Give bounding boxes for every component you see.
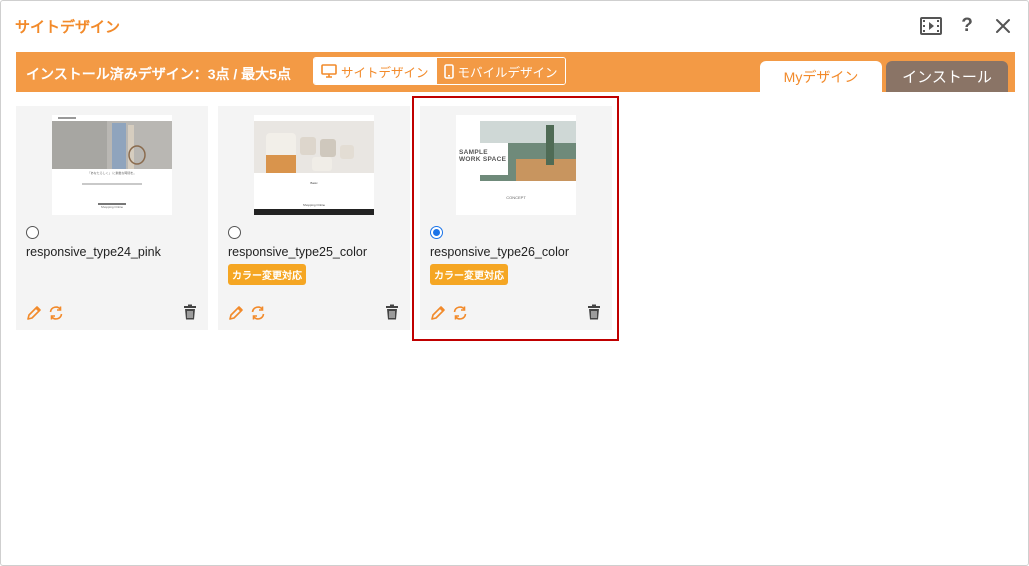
- desktop-icon: [321, 64, 337, 78]
- tab-my-design[interactable]: Myデザイン: [760, 61, 882, 92]
- trash-icon[interactable]: [183, 304, 197, 320]
- installed-count: インストール済みデザイン：3点 / 最大5点: [26, 66, 291, 82]
- video-icon[interactable]: [920, 15, 942, 37]
- design-radio[interactable]: [228, 226, 241, 239]
- refresh-icon[interactable]: [249, 304, 267, 322]
- close-icon[interactable]: [992, 15, 1014, 37]
- help-icon[interactable]: ?: [956, 15, 978, 37]
- trash-icon[interactable]: [385, 304, 399, 320]
- mobile-icon: [443, 63, 454, 79]
- site-design-toggle[interactable]: サイトデザイン: [314, 58, 436, 84]
- design-name: responsive_type24_pink: [26, 245, 161, 259]
- site-design-label: サイトデザイン: [341, 65, 429, 80]
- color-change-badge: カラー変更対応: [228, 264, 306, 285]
- thumbnail-caption: 「あなたらしく」 に素敵な時間を。: [87, 171, 137, 175]
- pencil-icon[interactable]: [25, 304, 43, 322]
- design-thumbnail[interactable]: Basic Shopping Online: [254, 115, 374, 215]
- refresh-icon[interactable]: [47, 304, 65, 322]
- dialog-title: サイトデザイン: [15, 19, 121, 36]
- design-thumbnail[interactable]: 「あなたらしく」 に素敵な時間を。 Shopping Online: [52, 115, 172, 215]
- device-toggle: サイトデザイン モバイルデザイン: [313, 57, 566, 85]
- toolbar: インストール済みデザイン：3点 / 最大5点 サイトデザイン モバイルデザイン …: [16, 52, 1015, 92]
- design-card: 「あなたらしく」 に素敵な時間を。 Shopping Online respon…: [16, 106, 208, 330]
- selection-highlight: [412, 96, 619, 341]
- pencil-icon[interactable]: [227, 304, 245, 322]
- thumbnail-button: Shopping Online: [100, 205, 124, 209]
- design-name: responsive_type25_color: [228, 245, 367, 259]
- site-design-dialog: サイトデザイン ? インストール済みデザイン：3点 / 最大5点 サイトデザイン…: [0, 0, 1029, 566]
- tab-install[interactable]: インストール: [886, 61, 1008, 92]
- header-icons: ?: [920, 15, 1014, 37]
- design-card: Basic Shopping Online responsive_type25_…: [218, 106, 410, 330]
- thumbnail-caption: Basic: [310, 181, 318, 185]
- thumbnail-button: Shopping Online: [302, 203, 326, 207]
- design-radio[interactable]: [26, 226, 39, 239]
- mobile-design-toggle[interactable]: モバイルデザイン: [436, 58, 565, 84]
- mobile-design-label: モバイルデザイン: [457, 65, 558, 80]
